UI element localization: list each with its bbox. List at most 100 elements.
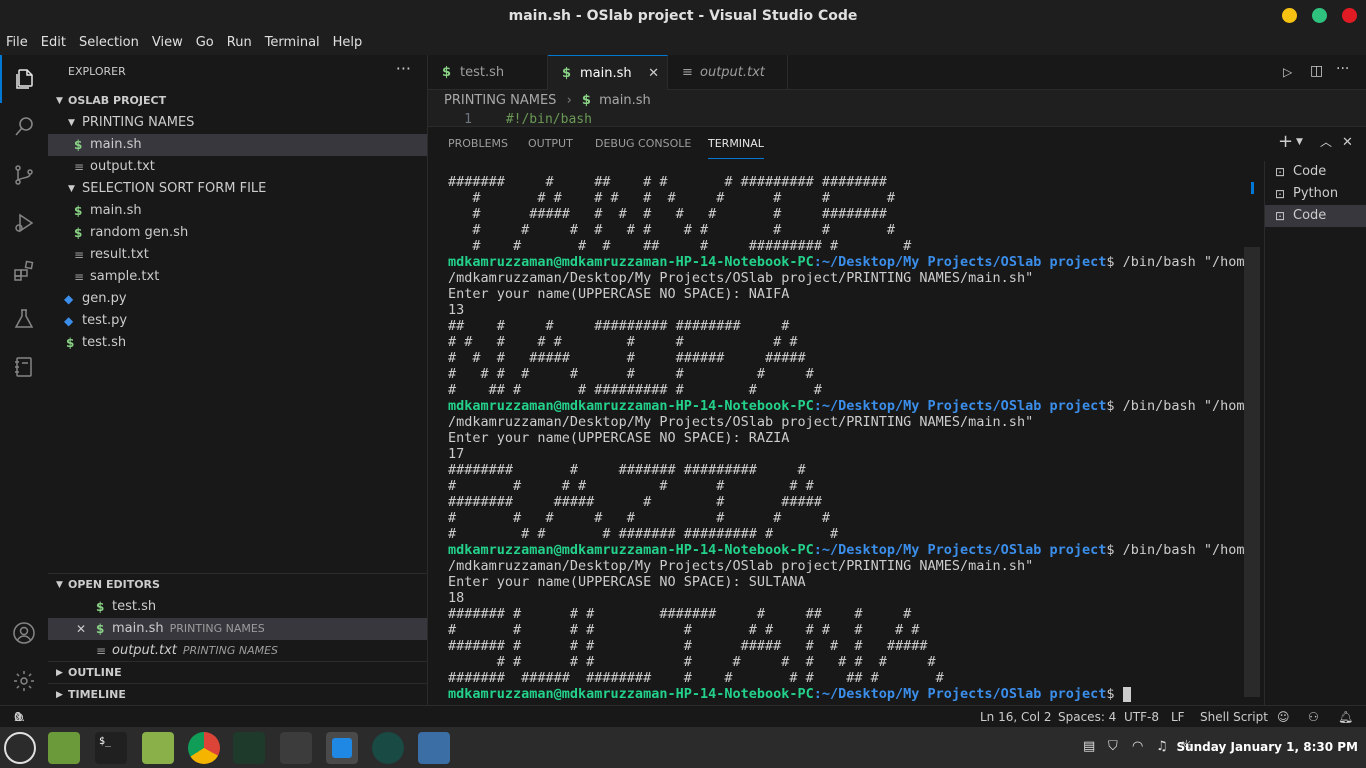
run-file-icon[interactable]: ▷ — [1283, 65, 1292, 79]
split-editor-icon[interactable]: ◫ — [1310, 63, 1323, 79]
tree-folder-printing-names[interactable]: ▼ PRINTING NAMES — [48, 112, 427, 134]
language-mode[interactable]: Shell Script — [1200, 706, 1268, 728]
close-icon[interactable]: ✕ — [76, 618, 86, 640]
menu-help[interactable]: Help — [327, 32, 370, 54]
outline-header[interactable]: ▶ OUTLINE — [48, 662, 427, 684]
source-control-icon[interactable] — [0, 151, 48, 199]
terminal-line: ## # # ######### ######## # — [448, 318, 790, 334]
text-file-icon: ≡ — [682, 65, 693, 80]
open-editors-header[interactable]: ▼ OPEN EDITORS — [48, 574, 427, 596]
breadcrumb: PRINTING NAMES › $ main.sh — [428, 90, 1366, 112]
tab-output-txt[interactable]: ≡ output.txt — [668, 55, 788, 90]
editor-code[interactable]: 1 #!/bin/bash — [428, 112, 1366, 126]
prompt-suffix: $ — [1106, 686, 1123, 702]
menu-selection[interactable]: Selection — [73, 32, 146, 54]
shield-icon[interactable]: ⛉ — [1108, 739, 1118, 754]
explorer-title: EXPLORER — [68, 65, 126, 78]
breadcrumb-folder[interactable]: PRINTING NAMES — [444, 93, 556, 108]
gitkraken-icon[interactable] — [372, 732, 404, 764]
run-debug-icon[interactable] — [0, 199, 48, 247]
chrome-icon[interactable] — [188, 732, 220, 764]
search-icon[interactable] — [0, 103, 48, 151]
file-label: random gen.sh — [90, 225, 189, 240]
chevron-down-icon[interactable]: ▼ — [1296, 137, 1303, 147]
tab-test-sh[interactable]: $ test.sh — [428, 55, 548, 90]
terminal-item-code-active[interactable]: ⊡ Code — [1265, 205, 1366, 227]
maximize-panel-icon[interactable]: ︿ — [1320, 133, 1332, 150]
tree-file-random-gen[interactable]: $ random gen.sh — [48, 222, 427, 244]
maximize-button[interactable] — [1312, 8, 1327, 23]
terminal-app-icon[interactable]: $_ — [95, 732, 127, 764]
close-panel-icon[interactable]: ✕ — [1342, 135, 1353, 150]
cursor-position[interactable]: Ln 16, Col 2 — [980, 706, 1052, 728]
open-editor-test-sh[interactable]: $ test.sh — [48, 596, 427, 618]
files-app-icon[interactable] — [142, 732, 174, 764]
clock[interactable]: Sunday January 1, 8:30 PM — [1176, 727, 1358, 768]
wifi-icon[interactable]: ◠ — [1132, 739, 1143, 754]
more-actions-icon[interactable]: ··· — [396, 59, 411, 78]
music-icon[interactable]: ♫ — [1156, 739, 1168, 754]
tree-file-main-sh[interactable]: $ main.sh — [48, 134, 427, 156]
close-button[interactable] — [1342, 8, 1357, 23]
system-monitor-icon[interactable] — [233, 732, 265, 764]
menu-edit[interactable]: Edit — [35, 32, 73, 54]
terminal-scrollbar[interactable] — [1244, 247, 1260, 697]
close-icon[interactable]: ✕ — [648, 56, 659, 91]
eol-status[interactable]: LF — [1171, 706, 1185, 728]
menu-go[interactable]: Go — [190, 32, 221, 54]
files-icon[interactable] — [0, 55, 48, 103]
shell-file-icon: $ — [96, 622, 105, 636]
tab-problems[interactable]: PROBLEMS — [448, 127, 508, 161]
screenshot-icon[interactable] — [418, 732, 450, 764]
tab-main-sh[interactable]: $ main.sh ✕ — [548, 55, 668, 90]
notebook-icon[interactable] — [0, 343, 48, 391]
tab-output[interactable]: OUTPUT — [528, 127, 573, 161]
project-header[interactable]: ▼ OSLAB PROJECT — [48, 90, 427, 112]
mint-menu-icon[interactable] — [4, 732, 36, 764]
copilot-icon[interactable]: ☺ — [1277, 706, 1290, 728]
tree-file-test-sh[interactable]: $ test.sh — [48, 332, 427, 354]
menu-file[interactable]: File — [0, 32, 35, 54]
tab-terminal[interactable]: TERMINAL — [708, 129, 764, 159]
tree-file-result-txt[interactable]: ≡ result.txt — [48, 244, 427, 266]
terminal-output[interactable]: ####### # ## # # # ######### ######## # … — [448, 174, 1258, 704]
tree-file-main-sh-2[interactable]: $ main.sh — [48, 200, 427, 222]
indentation-status[interactable]: Spaces: 4 — [1058, 706, 1116, 728]
new-terminal-icon[interactable]: + — [1278, 131, 1293, 152]
timeline-header[interactable]: ▶ TIMELINE — [48, 684, 427, 706]
file-folder-desc: PRINTING NAMES — [182, 644, 279, 657]
tree-folder-selection-sort[interactable]: ▼ SELECTION SORT FORM FILE — [48, 178, 427, 200]
terminal-item-code[interactable]: ⊡ Code — [1265, 161, 1366, 183]
text-file-icon: ≡ — [96, 644, 107, 658]
testing-icon[interactable] — [0, 295, 48, 343]
prompt-path: :~/Desktop/My Projects/OSlab project — [813, 542, 1107, 558]
open-editor-output-txt[interactable]: ≡ output.txt PRINTING NAMES — [48, 640, 427, 662]
clipboard-icon[interactable]: ▤ — [1083, 739, 1095, 754]
tab-debug-console[interactable]: DEBUG CONSOLE — [595, 127, 691, 161]
feedback-icon[interactable]: ⚇ — [1308, 706, 1319, 728]
vscode-icon[interactable] — [326, 732, 358, 764]
tree-file-test-py[interactable]: ◆ test.py — [48, 310, 427, 332]
more-actions-icon[interactable]: ··· — [1336, 61, 1349, 77]
open-editor-main-sh[interactable]: ✕ $ main.sh PRINTING NAMES — [48, 618, 427, 640]
account-icon[interactable] — [0, 609, 48, 657]
tree-file-output-txt[interactable]: ≡ output.txt — [48, 156, 427, 178]
tree-file-sample-txt[interactable]: ≡ sample.txt — [48, 266, 427, 288]
terminal-item-python[interactable]: ⊡ Python — [1265, 183, 1366, 205]
extensions-icon[interactable] — [0, 247, 48, 295]
prompt-suffix: $ — [1106, 398, 1123, 414]
terminal-line: # # # # # # # # # — [448, 334, 798, 350]
calculator-icon[interactable] — [280, 732, 312, 764]
menu-terminal[interactable]: Terminal — [259, 32, 327, 54]
chevron-right-icon: ▶ — [56, 668, 63, 678]
shell-file-icon: $ — [581, 93, 591, 108]
folder-icon[interactable] — [48, 732, 80, 764]
minimize-button[interactable] — [1282, 8, 1297, 23]
menu-run[interactable]: Run — [221, 32, 259, 54]
breadcrumb-file[interactable]: main.sh — [599, 93, 651, 108]
notifications-bell-icon[interactable]: 🔔︎ — [1338, 706, 1353, 728]
menu-view[interactable]: View — [146, 32, 190, 54]
settings-gear-icon[interactable] — [0, 657, 48, 705]
encoding-status[interactable]: UTF-8 — [1124, 706, 1159, 728]
tree-file-gen-py[interactable]: ◆ gen.py — [48, 288, 427, 310]
